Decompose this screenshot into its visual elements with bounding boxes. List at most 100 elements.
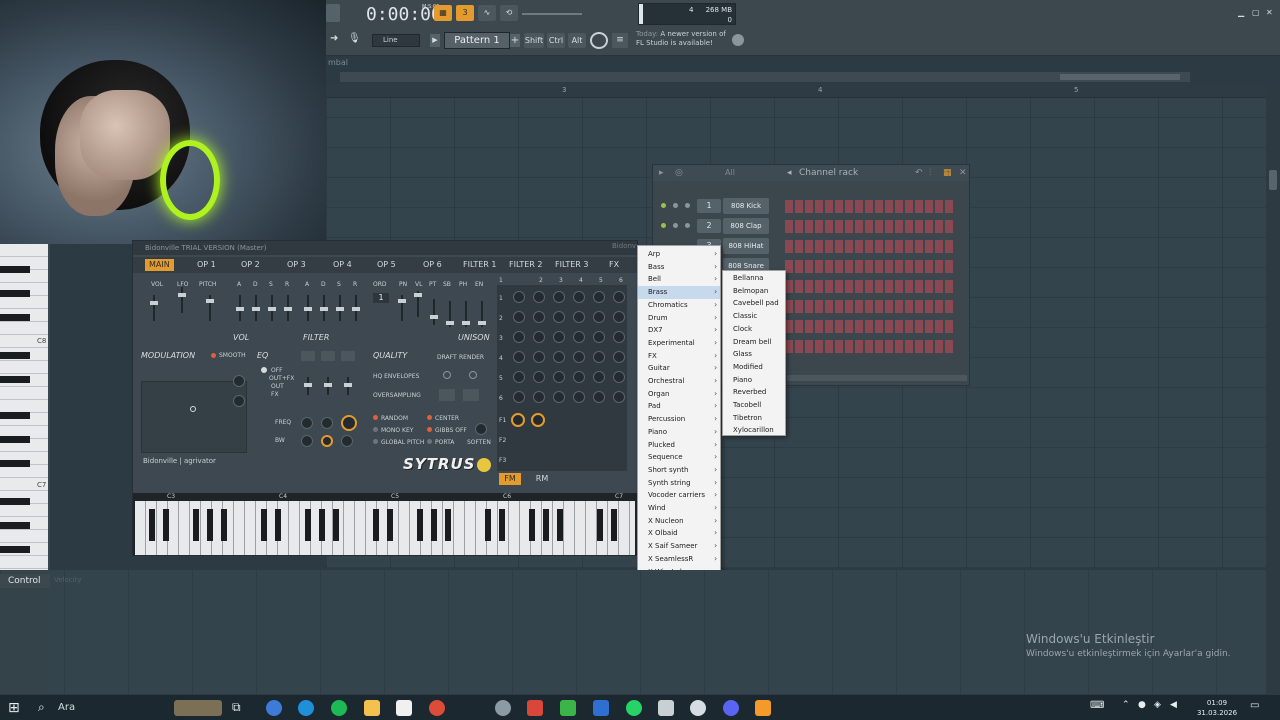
mail-icon[interactable] [593,700,609,716]
update-icon[interactable] [732,34,744,46]
snap-mode-select[interactable]: Line [372,34,420,47]
vol-release-slider[interactable] [284,295,292,321]
close-icon[interactable]: ✕ [1266,8,1273,17]
eq-freq-knob[interactable] [301,417,313,429]
mono-key-led-icon[interactable] [373,427,378,432]
pattern-prev-button[interactable]: ▶ [430,34,440,47]
loop-record-button[interactable]: ⟲ [500,5,518,21]
category-menu-item[interactable]: Drum [638,312,720,325]
minimize-icon[interactable]: ▁ [1238,8,1244,17]
mod-x-knob[interactable] [233,375,245,387]
pitch-slider[interactable] [206,295,214,321]
matrix-knob[interactable] [533,391,545,403]
tab-filter2[interactable]: FILTER 2 [505,259,546,271]
task-view-icon[interactable]: ⧉ [232,700,248,716]
eq-mode-button[interactable] [321,351,335,361]
oversampling-draft-select[interactable] [439,389,455,401]
keyboard-icon[interactable]: ⌨ [1090,700,1106,716]
global-pitch-led-icon[interactable] [373,439,378,444]
matrix-knob[interactable] [593,291,605,303]
filter-matrix-knob[interactable] [531,413,545,427]
category-menu-item[interactable]: Short synth [638,464,720,477]
matrix-knob[interactable] [613,351,625,363]
matrix-knob[interactable] [533,291,545,303]
matrix-knob[interactable] [513,311,525,323]
vol-sustain-slider[interactable] [268,295,276,321]
matrix-knob[interactable] [533,331,545,343]
preset-menu-item[interactable]: Xylocarillon [723,424,785,437]
unison-env-slider[interactable] [478,301,486,327]
category-menu-item[interactable]: Experimental [638,337,720,350]
eq-bw-knob[interactable] [301,435,313,447]
porta-led-icon[interactable] [427,439,432,444]
alt-key-indicator[interactable]: Alt [568,33,586,48]
lfo-slider[interactable] [178,287,186,313]
notification-icon[interactable]: ▭ [1250,700,1266,716]
preset-menu-item[interactable]: Belmopan [723,285,785,298]
filter-attack-slider[interactable] [304,295,312,321]
matrix-knob[interactable] [593,391,605,403]
tab-main[interactable]: MAIN [145,259,174,271]
channel-name-button[interactable]: 808 HiHat [723,238,769,254]
filter-decay-slider[interactable] [320,295,328,321]
playlist-time-ruler[interactable]: 3 4 5 [326,84,1266,98]
unison-phase-slider[interactable] [462,301,470,327]
search-icon[interactable]: ⌕ [38,700,54,716]
step-sequencer[interactable] [785,300,955,313]
tab-fx[interactable]: FX [605,259,623,271]
mod-y-knob[interactable] [233,395,245,407]
matrix-knob[interactable] [613,371,625,383]
matrix-knob[interactable] [593,371,605,383]
shift-key-indicator[interactable]: Shift [524,33,544,48]
spotify-icon[interactable] [331,700,347,716]
step-sequencer[interactable] [785,340,955,353]
eq-bw-knob[interactable] [341,435,353,447]
eq-band-slider[interactable] [324,377,332,395]
preset-menu-item[interactable]: Bellanna [723,272,785,285]
pattern-selector[interactable]: Pattern 1 [444,32,510,49]
filter-release-slider[interactable] [352,295,360,321]
preset-menu-item[interactable]: Reverbed [723,386,785,399]
matrix-knob[interactable] [553,311,565,323]
vol-knob-icon[interactable] [685,203,690,208]
eq-freq-knob[interactable] [321,417,333,429]
mixer-track-number[interactable]: 2 [697,219,721,233]
microphone-icon[interactable]: ● [1138,700,1154,716]
mixer-track-number[interactable]: 1 [697,199,721,213]
tab-op6[interactable]: OP 6 [419,259,446,271]
discord-icon[interactable] [723,700,739,716]
control-scrollbar[interactable] [1266,570,1280,694]
category-menu-item[interactable]: Wind [638,502,720,515]
matrix-knob[interactable] [513,391,525,403]
pan-knob-icon[interactable] [673,203,678,208]
hq-env-render-radio[interactable] [469,371,477,379]
edge-icon[interactable] [298,700,314,716]
matrix-knob[interactable] [573,291,585,303]
vol-slider[interactable] [150,295,158,321]
modulation-xy-pad[interactable] [141,381,247,453]
matrix-knob[interactable] [533,351,545,363]
time-display[interactable]: 0:00:00 [366,4,442,26]
github-icon[interactable] [690,700,706,716]
step-sequencer[interactable] [785,200,955,213]
matrix-knob[interactable] [573,351,585,363]
countdown-button[interactable]: 3 [456,5,474,21]
hq-env-draft-radio[interactable] [443,371,451,379]
copilot-icon[interactable] [266,700,282,716]
fm-button[interactable]: FM [499,473,521,485]
matrix-knob[interactable] [573,311,585,323]
matrix-knob[interactable] [513,331,525,343]
tab-op3[interactable]: OP 3 [283,259,310,271]
preset-menu-item[interactable]: Clock [723,323,785,336]
preset-menu-item[interactable]: Cavebell pad [723,297,785,310]
channel-name-button[interactable]: 808 Kick [723,198,769,214]
control-select[interactable]: Control [0,574,50,588]
vol-attack-slider[interactable] [236,295,244,321]
category-menu-item[interactable]: Vocoder carriers [638,489,720,502]
excel-icon[interactable] [560,700,576,716]
matrix-knob[interactable] [613,331,625,343]
ctrl-key-indicator[interactable]: Ctrl [547,33,565,48]
eq-freq-knob[interactable] [341,415,357,431]
unison-pan-slider[interactable] [398,295,406,321]
category-menu-item[interactable]: Pad [638,400,720,413]
